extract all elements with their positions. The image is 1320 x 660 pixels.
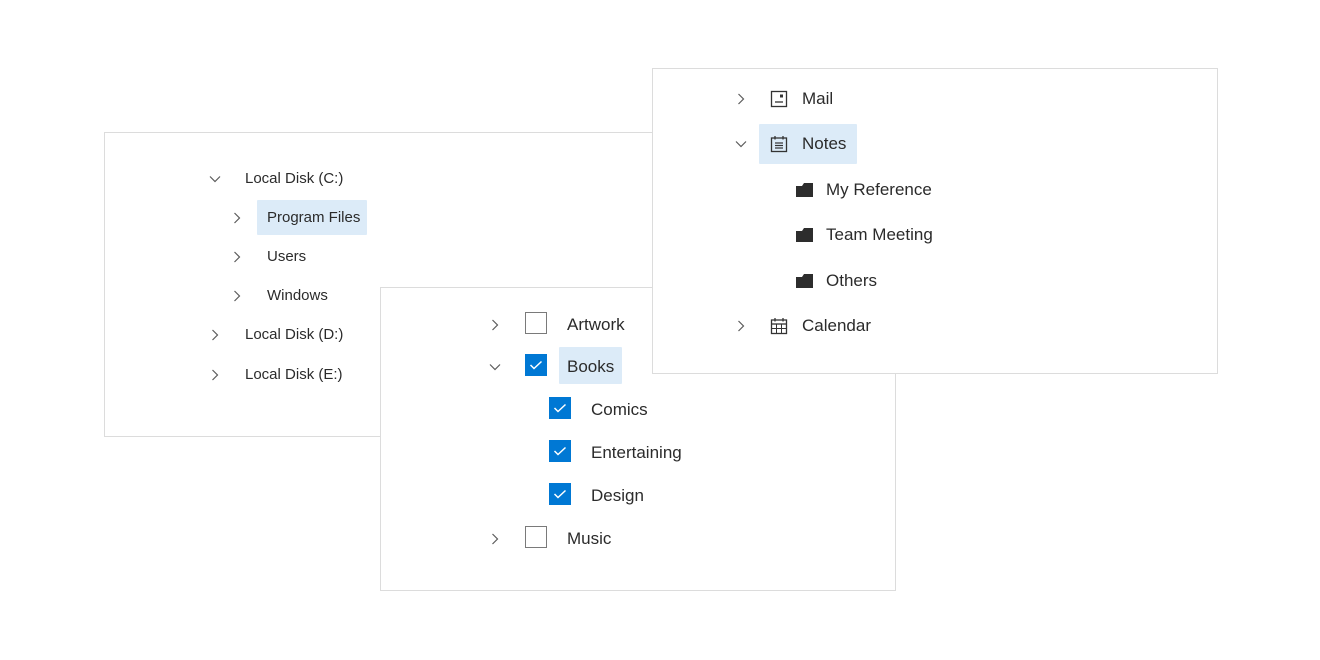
tree-item-label: Local Disk (E:)	[245, 366, 343, 383]
tree-item-label: Calendar	[802, 316, 871, 335]
mail-icon	[769, 89, 789, 109]
tree-item-label: Books	[567, 357, 615, 376]
checkbox-checked[interactable]	[549, 440, 571, 462]
chevron-right-icon[interactable]	[229, 249, 245, 265]
tree-item-label: Users	[267, 248, 307, 265]
checkbox-checked[interactable]	[549, 397, 571, 419]
tree-item-label: Program Files	[267, 209, 361, 226]
chevron-right-icon[interactable]	[229, 210, 245, 226]
checkbox-unchecked[interactable]	[525, 312, 547, 334]
calendar-icon	[769, 316, 789, 336]
tree-item-label: Local Disk (D:)	[245, 326, 344, 343]
chevron-down-icon[interactable]	[487, 359, 503, 375]
tree-item-label: Others	[826, 271, 878, 290]
tree-item-label: Comics	[591, 400, 648, 419]
chevron-right-icon[interactable]	[733, 91, 749, 107]
tree-item-label: Music	[567, 529, 612, 548]
chevron-down-icon[interactable]	[207, 171, 223, 187]
notes-icon	[769, 134, 789, 154]
checkbox-checked[interactable]	[525, 354, 547, 376]
tree-item-label: Entertaining	[591, 443, 682, 462]
tree-item-label: Notes	[802, 134, 847, 153]
mail-tree-panel: Mail Notes My Reference Team Meeting Oth…	[652, 68, 1218, 374]
tree-item-label: Mail	[802, 89, 834, 108]
tree-item-label: Local Disk (C:)	[245, 170, 344, 187]
chevron-right-icon[interactable]	[733, 318, 749, 334]
folder-icon	[795, 271, 815, 291]
tree-item-label: Team Meeting	[826, 225, 933, 244]
chevron-right-icon[interactable]	[487, 531, 503, 547]
folder-icon	[795, 180, 815, 200]
chevron-down-icon[interactable]	[733, 136, 749, 152]
chevron-right-icon[interactable]	[207, 327, 223, 343]
chevron-right-icon[interactable]	[229, 288, 245, 304]
tree-item-label: Design	[591, 486, 644, 505]
chevron-right-icon[interactable]	[207, 367, 223, 383]
checkbox-checked[interactable]	[549, 483, 571, 505]
tree-item-label: My Reference	[826, 180, 932, 199]
tree-item-label: Artwork	[567, 315, 625, 334]
chevron-right-icon[interactable]	[487, 317, 503, 333]
tree-item-label: Windows	[267, 287, 328, 304]
checkbox-unchecked[interactable]	[525, 526, 547, 548]
folder-icon	[795, 225, 815, 245]
